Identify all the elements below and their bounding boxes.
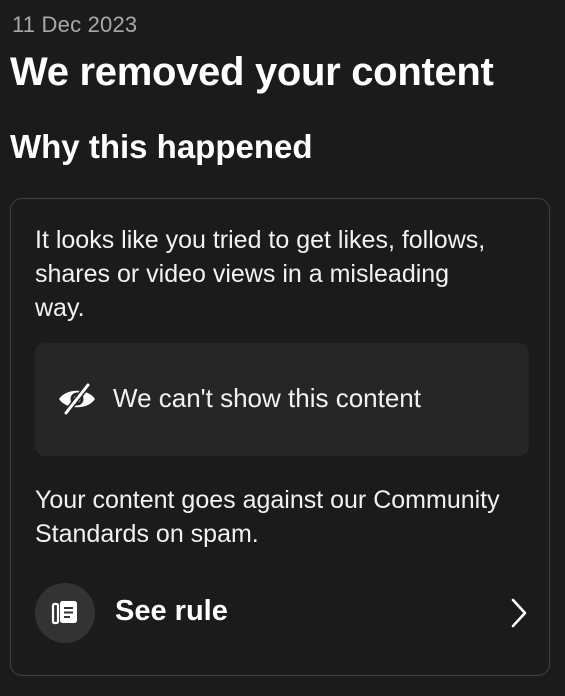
reason-card: It looks like you tried to get likes, fo… xyxy=(10,198,550,676)
date-label: 11 Dec 2023 xyxy=(12,12,138,37)
violation-text: Your content goes against our Community … xyxy=(35,486,500,548)
see-rule-link[interactable]: See rule xyxy=(35,583,529,643)
hidden-content-label: We can't show this content xyxy=(113,383,421,413)
rulebook-icon xyxy=(51,601,77,625)
chevron-right-icon xyxy=(511,598,527,628)
eye-off-icon xyxy=(59,383,95,415)
section-title: Why this happened xyxy=(10,128,313,165)
see-rule-label: See rule xyxy=(115,595,228,627)
page-title: We removed your content xyxy=(10,50,494,94)
rulebook-icon-wrap xyxy=(35,583,95,643)
intro-text: It looks like you tried to get likes, fo… xyxy=(35,226,486,322)
hidden-content-box: We can't show this content xyxy=(35,343,529,456)
